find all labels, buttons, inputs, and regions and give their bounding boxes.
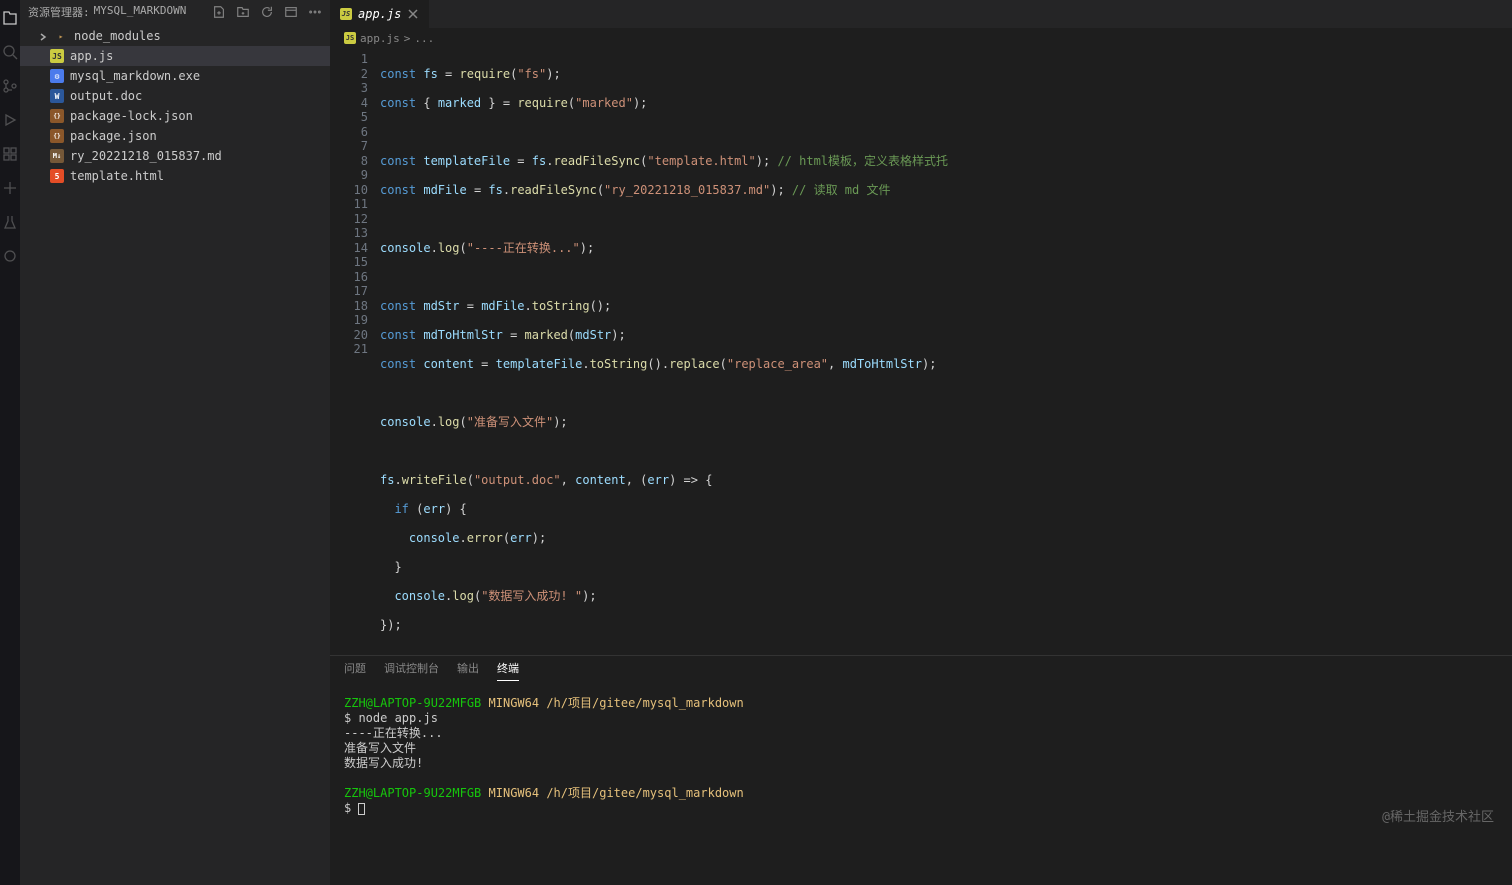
explorer-label: 资源管理器: [28,4,90,20]
editor[interactable]: 123456789101112131415161718192021 const … [330,48,1512,655]
more-icon[interactable] [308,5,322,19]
extensions-icon[interactable] [2,146,18,162]
file-package-json[interactable]: {} package.json [20,126,330,146]
file-package-lock-json[interactable]: {} package-lock.json [20,106,330,126]
new-file-icon[interactable] [212,5,226,19]
breadcrumb-rest: ... [414,32,434,45]
exe-icon: ⚙ [50,69,64,83]
file-label: package-lock.json [70,109,193,123]
misc-icon[interactable] [2,248,18,264]
file-label: package.json [70,129,157,143]
panel-tab-terminal[interactable]: 终端 [497,660,519,681]
tab-label: app.js [358,7,401,21]
project-name: MYSQL_MARKDOWN [94,4,187,20]
sidebar-header: 资源管理器: MYSQL_MARKDOWN [20,0,330,24]
file-template-html[interactable]: 5 template.html [20,166,330,186]
explorer-icon[interactable] [2,10,18,26]
file-label: ry_20221218_015837.md [70,149,222,163]
file-ry-md[interactable]: M↓ ry_20221218_015837.md [20,146,330,166]
breadcrumb-sep: > [404,32,411,45]
main: JS app.js JS app.js > ... 12345678910111… [330,0,1512,885]
doc-icon: W [50,89,64,103]
chevron-right-icon [38,31,48,41]
js-icon: JS [50,49,64,63]
remote-icon[interactable] [2,180,18,196]
sidebar: 资源管理器: MYSQL_MARKDOWN ▸ node_modules JS … [20,0,330,885]
refresh-icon[interactable] [260,5,274,19]
cursor [358,803,365,815]
file-label: app.js [70,49,113,63]
json-icon: {} [50,109,64,123]
panel-tab-debug[interactable]: 调试控制台 [384,660,439,680]
js-icon: JS [340,8,352,20]
activity-bar [0,0,20,885]
close-icon[interactable] [407,8,419,20]
panel-tabs: 问题 调试控制台 输出 终端 [330,656,1512,684]
debug-icon[interactable] [2,112,18,128]
tabs: JS app.js [330,0,1512,28]
gutter: 123456789101112131415161718192021 [330,48,380,655]
collapse-icon[interactable] [284,5,298,19]
search-icon[interactable] [2,44,18,60]
file-tree: ▸ node_modules JS app.js ⚙ mysql_markdow… [20,24,330,885]
json-icon: {} [50,129,64,143]
file-output-doc[interactable]: W output.doc [20,86,330,106]
breadcrumb-file: app.js [360,32,400,45]
html-icon: 5 [50,169,64,183]
md-icon: M↓ [50,149,64,163]
watermark: @稀土掘金技术社区 [1382,806,1494,825]
js-icon: JS [344,32,356,44]
file-label: template.html [70,169,164,183]
terminal[interactable]: ZZH@LAPTOP-9U22MFGB MINGW64 /h/项目/gitee/… [330,684,1512,885]
code[interactable]: const fs = require("fs"); const { marked… [380,48,1512,655]
file-mysql-markdown-exe[interactable]: ⚙ mysql_markdown.exe [20,66,330,86]
file-label: node_modules [74,29,161,43]
test-icon[interactable] [2,214,18,230]
folder-icon: ▸ [54,29,68,43]
breadcrumb[interactable]: JS app.js > ... [330,28,1512,48]
panel: 问题 调试控制台 输出 终端 ZZH@LAPTOP-9U22MFGB MINGW… [330,655,1512,885]
panel-tab-problems[interactable]: 问题 [344,660,366,680]
source-control-icon[interactable] [2,78,18,94]
tab-app-js[interactable]: JS app.js [330,0,429,28]
panel-tab-output[interactable]: 输出 [457,660,479,680]
file-label: output.doc [70,89,142,103]
file-label: mysql_markdown.exe [70,69,200,83]
file-node-modules[interactable]: ▸ node_modules [20,26,330,46]
file-app-js[interactable]: JS app.js [20,46,330,66]
new-folder-icon[interactable] [236,5,250,19]
